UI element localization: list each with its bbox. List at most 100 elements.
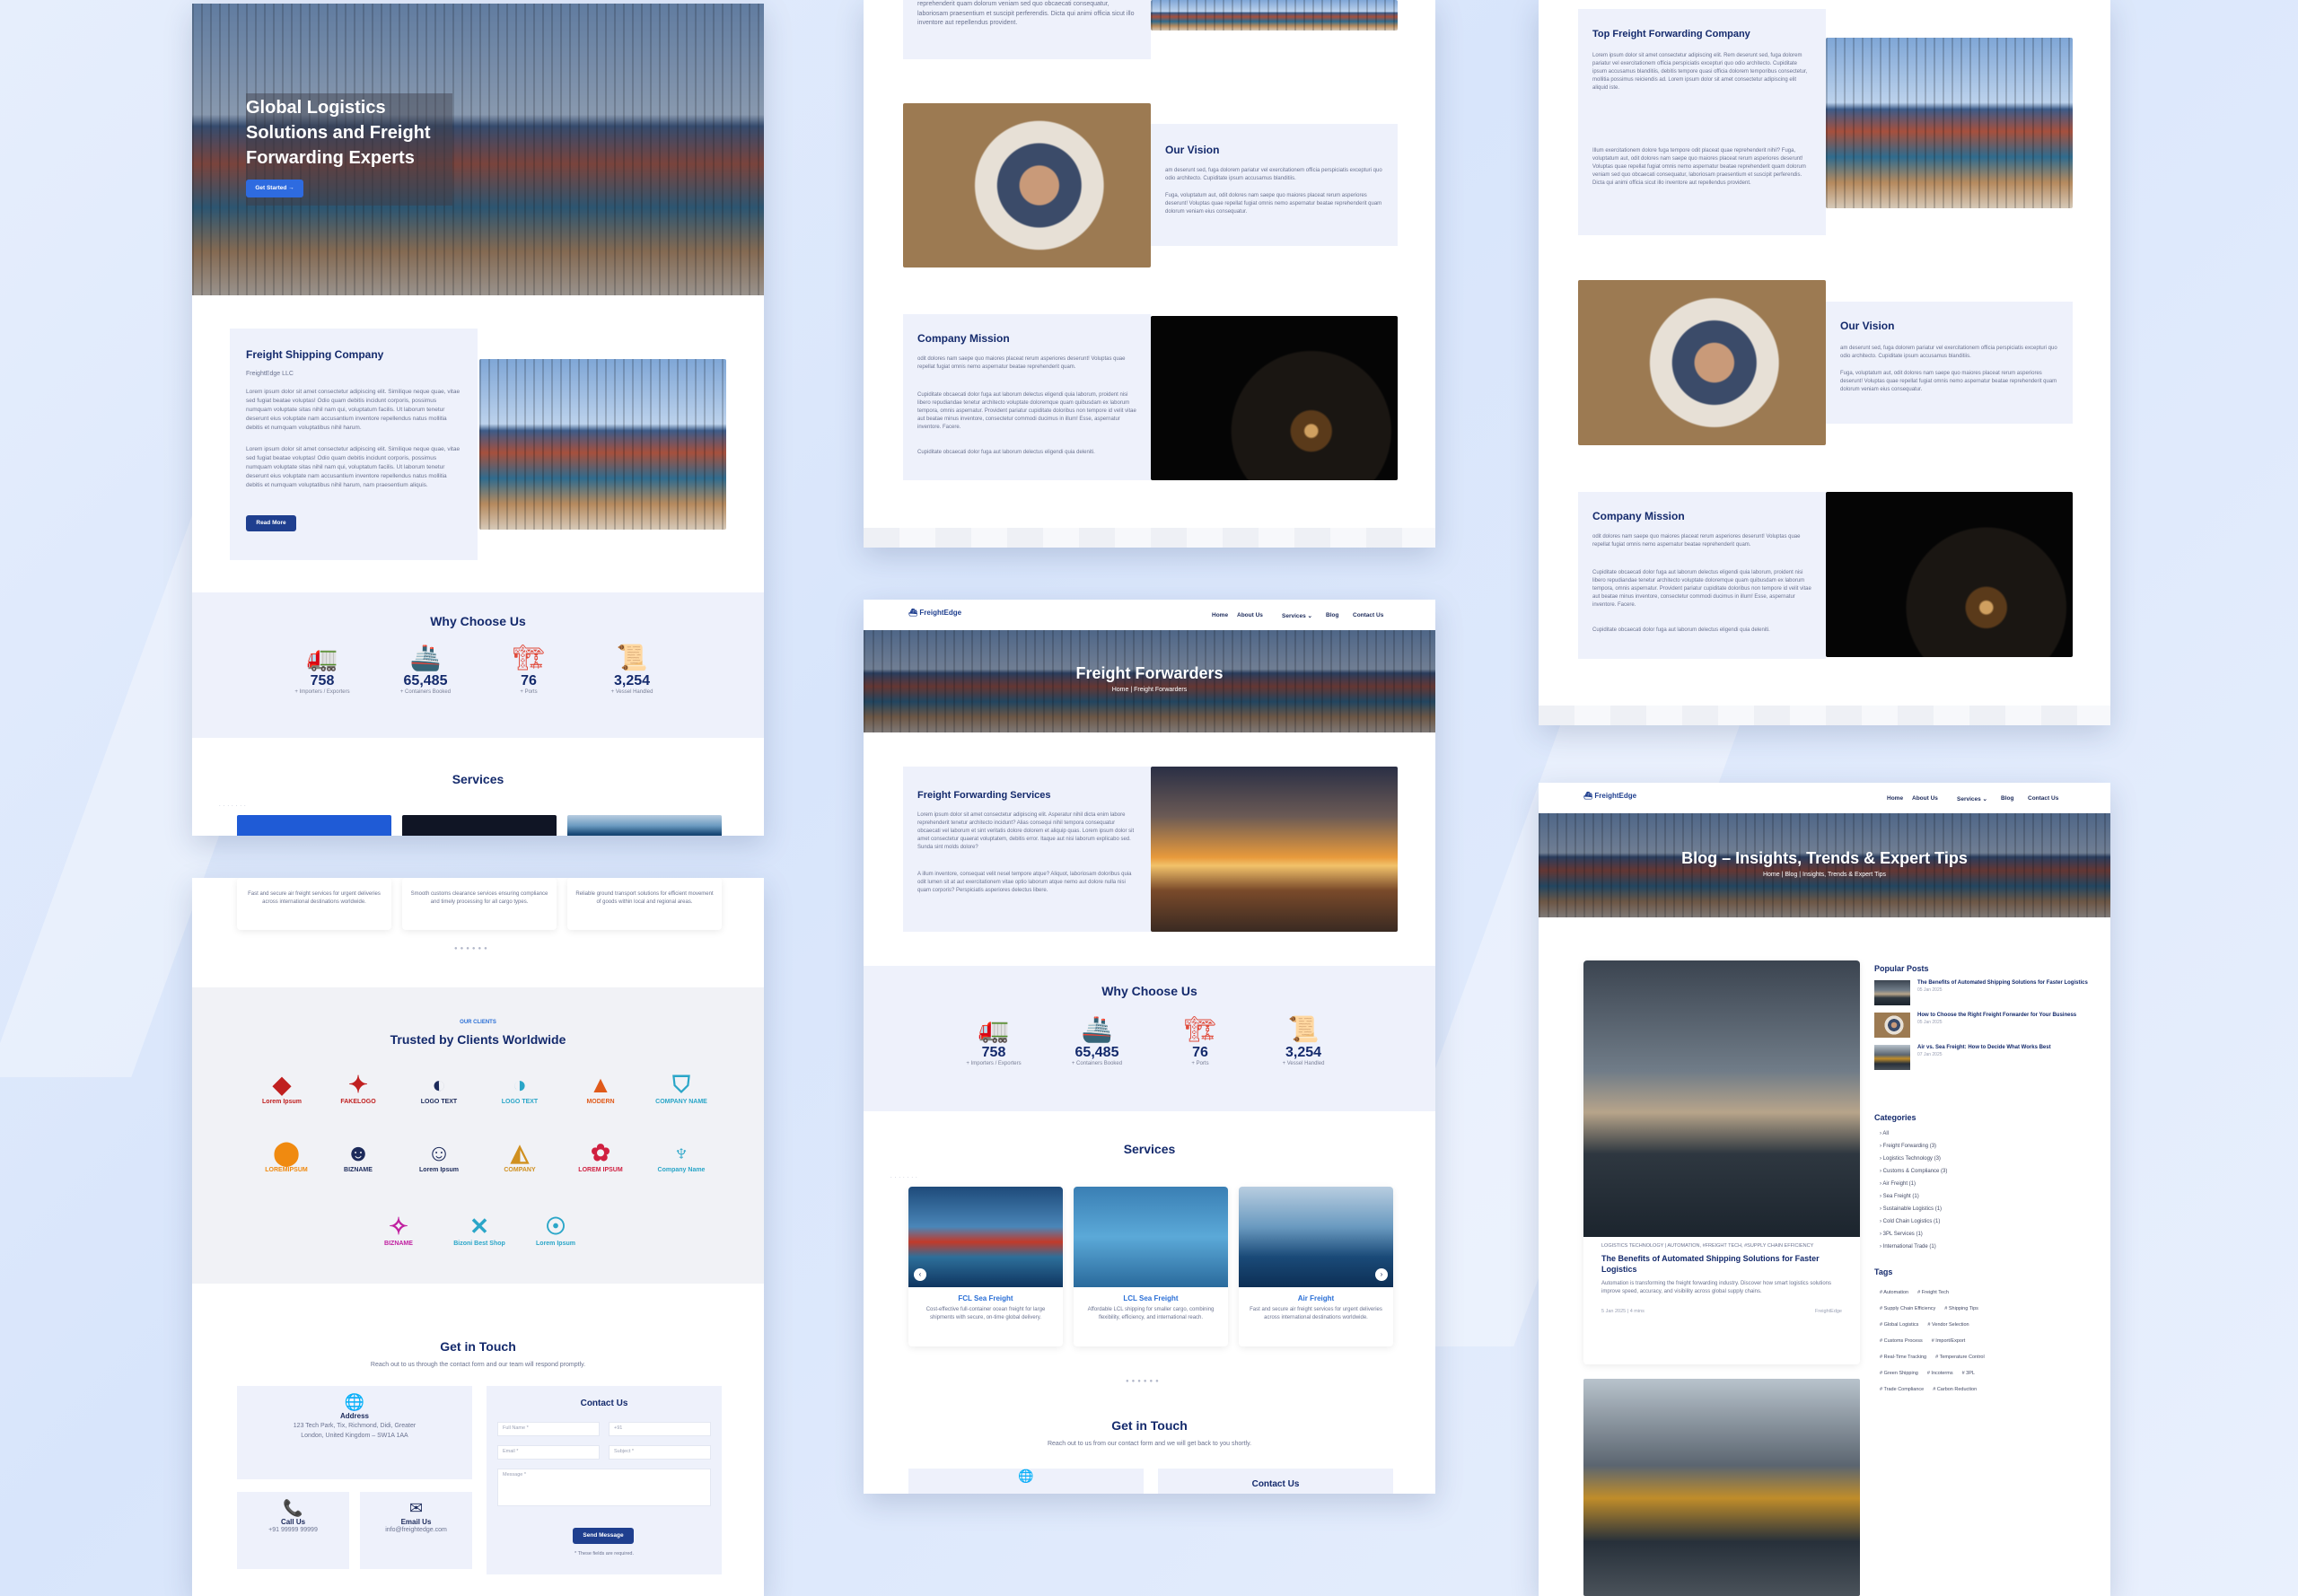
ff-image [1151, 767, 1398, 932]
category-link[interactable]: › International Trade (1) [1880, 1241, 1947, 1253]
mission-image [1151, 316, 1398, 480]
nav-home[interactable]: Home [1212, 612, 1228, 618]
popular-post-item[interactable]: Air vs. Sea Freight: How to Decide What … [1874, 1045, 2090, 1070]
get-started-button[interactable]: Get Started → [246, 180, 303, 197]
why-title: Why Choose Us [430, 614, 526, 628]
subject-field[interactable]: Subject * [609, 1445, 711, 1460]
about-page-panel: reprehenderit quam dolorum veniam sed qu… [864, 0, 1435, 548]
category-link[interactable]: › Sea Freight (1) [1880, 1190, 1947, 1203]
stat-ports: 🏗 76 + Ports [488, 643, 569, 695]
tag[interactable]: # Freight Tech [1917, 1290, 1949, 1295]
tag[interactable]: # Green Shipping [1880, 1371, 1918, 1376]
ship-icon: 🚢 [1081, 1015, 1113, 1043]
tag[interactable]: # Vendor Selection [1927, 1322, 1969, 1328]
tag[interactable]: # Automation [1880, 1290, 1908, 1295]
category-link[interactable]: › Cold Chain Logistics (1) [1880, 1215, 1947, 1228]
truck-icon: 🚛 [978, 1015, 1010, 1043]
nav-blog[interactable]: Blog [2001, 795, 2013, 802]
navbar: ⛴ FreightEdge Home About Us Services ⌄ B… [864, 600, 1435, 630]
client-logo: ☻ BIZNAME [344, 1139, 373, 1173]
client-logo: ✕ Bizoni Best Shop [453, 1213, 505, 1247]
service-card[interactable]: FCL Sea Freight Cost-effective full-conta… [908, 1187, 1063, 1346]
blog-page-panel: ⛴ FreightEdge Home About Us Services ⌄ B… [1539, 783, 2110, 1596]
home-page-panel: Global Logistics Solutions and Freight For… [192, 4, 764, 836]
client-logo: ✧ BIZNAME [384, 1213, 413, 1247]
client-logo: ✦ FAKELOGO [340, 1071, 376, 1105]
certificate-icon: 📜 [616, 644, 648, 671]
tag[interactable]: # Trade Compliance [1880, 1387, 1924, 1392]
stat-vessels: 📜 3,254 + Vessel Handled [592, 643, 672, 695]
brand-logo[interactable]: ⛴ FreightEdge [1583, 792, 1636, 800]
client-logo: ♆ Company Name [657, 1139, 706, 1173]
contact-subtitle: Reach out to us through the contact form… [370, 1362, 586, 1368]
category-list: › All › Freight Forwarding (3) › Logisti… [1880, 1127, 1947, 1253]
nav-services[interactable]: Services ⌄ [1282, 612, 1312, 619]
tag[interactable]: # 3PL [1962, 1371, 1975, 1376]
ship-icon: 🚢 [409, 644, 442, 671]
page-banner: Freight Forwarders Home | Freight Forwar… [864, 630, 1435, 732]
nav-home[interactable]: Home [1887, 795, 1903, 802]
next-arrow-icon[interactable]: › [1375, 1268, 1388, 1281]
about-para2: Lorem ipsum dolor sit amet consectetur a… [246, 446, 460, 488]
address-card: 🌐 Address 123 Tech Park, Tix, Richmond, … [237, 1386, 472, 1479]
globe-icon: 🌐 [908, 1469, 1144, 1494]
category-link[interactable]: › Customs & Compliance (3) [1880, 1165, 1947, 1178]
blog-post-card[interactable]: LOGISTICS TECHNOLOGY | AUTOMATION, #FREI… [1583, 960, 1860, 1364]
crane-icon: 🏗 [513, 644, 545, 671]
tag[interactable]: # Customs Process [1880, 1338, 1923, 1344]
about-para1: Lorem ipsum dolor sit amet consectetur a… [246, 389, 460, 431]
service-card[interactable]: LCL Sea Freight Affordable LCL shipping f… [1074, 1187, 1228, 1346]
phone-field[interactable]: +91 [609, 1422, 711, 1436]
client-logo: ▲ MODERN [586, 1071, 615, 1105]
client-logo: ⬤ LOREMIPSUM [265, 1139, 308, 1173]
blog-post-image[interactable] [1583, 1379, 1860, 1596]
tag[interactable]: # Import/Export [1932, 1338, 1966, 1344]
nav-services[interactable]: Services ⌄ [1957, 795, 1987, 802]
about-title: Freight Shipping Company [246, 348, 384, 361]
tag[interactable]: # Shipping Tips [1944, 1306, 1978, 1311]
call-card: 📞 Call Us +91 99999 99999 [237, 1492, 349, 1569]
client-logo: ☺ Lorem Ipsum [419, 1139, 459, 1173]
client-logo: ◆ Lorem Ipsum [262, 1071, 302, 1105]
stat-importers: 🚛 758 + Importers / Exporters [282, 643, 363, 695]
client-logo: ⛉ COMPANY NAME [655, 1071, 707, 1105]
popular-post-item[interactable]: The Benefits of Automated Shipping Solut… [1874, 980, 2090, 1005]
tag[interactable]: # Global Logistics [1880, 1322, 1918, 1328]
tag[interactable]: # Incoterms [1927, 1371, 1953, 1376]
tag[interactable]: # Temperature Control [1935, 1355, 1985, 1360]
services-title: Services [452, 772, 504, 786]
category-link[interactable]: › Freight Forwarding (3) [1880, 1140, 1947, 1153]
client-logo: ✿ LOREM IPSUM [578, 1139, 623, 1173]
nav-blog[interactable]: Blog [1326, 612, 1338, 618]
popular-post-item[interactable]: How to Choose the Right Freight Forwarde… [1874, 1013, 2090, 1038]
tag[interactable]: # Supply Chain Efficiency [1880, 1306, 1935, 1311]
about-subtitle: FreightEdge LLC [246, 371, 294, 377]
email-field[interactable]: Email * [497, 1445, 600, 1460]
service-card[interactable]: Air Freight Fast and secure air freight s… [1239, 1187, 1393, 1346]
read-more-button[interactable]: Read More [246, 515, 296, 531]
about-image [479, 359, 726, 530]
brand-logo[interactable]: ⛴ FreightEdge [908, 609, 961, 617]
mail-icon: ✉ [408, 1499, 424, 1517]
nav-contact[interactable]: Contact Us [1353, 612, 1383, 618]
crane-icon: 🏗 [1184, 1015, 1216, 1043]
nav-contact[interactable]: Contact Us [2028, 795, 2058, 802]
nav-about[interactable]: About Us [1912, 795, 1938, 802]
tag[interactable]: # Carbon Reduction [1933, 1387, 1977, 1392]
freight-forwarders-panel: ⛴ FreightEdge Home About Us Services ⌄ B… [864, 600, 1435, 1494]
nav-about[interactable]: About Us [1237, 612, 1263, 618]
category-link[interactable]: › 3PL Services (1) [1880, 1228, 1947, 1241]
prev-arrow-icon[interactable]: ‹ [914, 1268, 926, 1281]
message-field[interactable]: Message * [497, 1469, 711, 1506]
name-field[interactable]: Full Name * [497, 1422, 600, 1436]
certificate-icon: 📜 [1287, 1015, 1320, 1043]
category-link[interactable]: › All [1880, 1127, 1947, 1140]
client-logo: ◭ COMPANY [504, 1139, 536, 1173]
send-message-button[interactable]: Send Message [573, 1528, 634, 1544]
hero-title: Global Logistics Solutions and Freight For… [246, 98, 431, 168]
category-link[interactable]: › Air Freight (1) [1880, 1178, 1947, 1190]
tag[interactable]: # Real-Time Tracking [1880, 1355, 1926, 1360]
email-card: ✉ Email Us info@freightedge.com [360, 1492, 472, 1569]
category-link[interactable]: › Logistics Technology (3) [1880, 1153, 1947, 1165]
category-link[interactable]: › Sustainable Logistics (1) [1880, 1203, 1947, 1215]
